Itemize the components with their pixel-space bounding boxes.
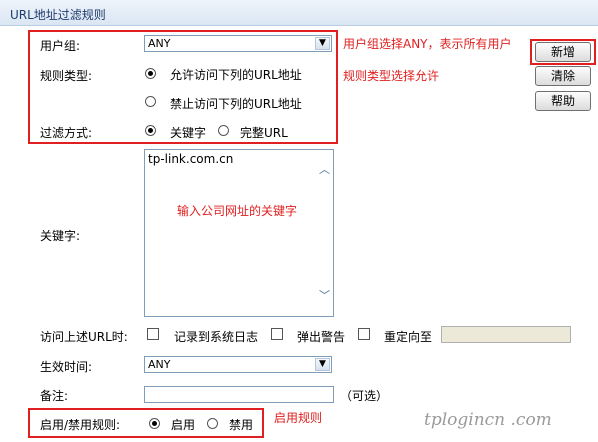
rule-type-deny-label: 禁止访问下列的URL地址 <box>170 97 302 111</box>
redirect-label: 重定向至 <box>384 330 433 344</box>
filter-mode-label: 过滤方式: <box>40 126 93 140</box>
user-group-select[interactable]: ANY ▼ <box>144 35 332 52</box>
filter-mode-url-label: 完整URL <box>240 126 288 140</box>
remark-input[interactable] <box>144 386 334 403</box>
log-checkbox[interactable] <box>147 328 159 340</box>
user-group-annotation: 用户组选择ANY，表示所有用户 <box>343 37 512 51</box>
remark-label: 备注: <box>40 389 69 403</box>
add-button[interactable]: 新增 <box>535 42 591 62</box>
enable-annotation: 启用规则 <box>274 411 323 425</box>
panel-header: URL地址过滤规则 <box>0 0 598 26</box>
user-group-value: ANY <box>148 37 171 50</box>
disable-label: 禁用 <box>229 418 254 432</box>
alert-checkbox[interactable] <box>271 328 283 340</box>
rule-type-annotation: 规则类型选择允许 <box>343 69 440 83</box>
filter-mode-url-radio[interactable] <box>218 125 229 136</box>
keyword-textarea[interactable]: tp-link.com.cn ︿ ﹀ <box>144 149 334 317</box>
chevron-up-icon: ︿ <box>319 163 330 176</box>
chevron-down-icon: ﹀ <box>319 289 330 302</box>
clear-button[interactable]: 清除 <box>535 66 591 86</box>
rule-type-label: 规则类型: <box>40 69 93 83</box>
rule-type-deny-radio[interactable] <box>145 96 156 107</box>
enable-radio[interactable] <box>149 418 160 429</box>
watermark-text: tplogincn .com <box>424 410 552 430</box>
redirect-input[interactable] <box>441 326 571 343</box>
keyword-label: 关键字: <box>40 229 81 243</box>
user-group-label: 用户组: <box>40 39 81 53</box>
disable-radio[interactable] <box>207 418 218 429</box>
effective-time-value: ANY <box>148 358 171 371</box>
rule-type-allow-label: 允许访问下列的URL地址 <box>170 68 302 82</box>
enable-label: 启用 <box>171 418 196 432</box>
effective-time-label: 生效时间: <box>40 360 93 374</box>
remark-hint: （可选） <box>340 389 389 403</box>
filter-mode-keyword-label: 关键字 <box>170 126 207 140</box>
help-button[interactable]: 帮助 <box>535 91 591 111</box>
on-access-label: 访问上述URL时: <box>40 330 128 344</box>
alert-label: 弹出警告 <box>297 330 346 344</box>
keyword-scrollbar[interactable]: ︿ ﹀ <box>316 151 332 315</box>
keyword-value: tp-link.com.cn <box>148 152 234 166</box>
rule-type-allow-radio[interactable] <box>145 68 156 79</box>
chevron-down-icon: ▼ <box>315 358 330 371</box>
redirect-checkbox[interactable] <box>358 328 370 340</box>
panel-title: URL地址过滤规则 <box>10 8 106 22</box>
keyword-annotation: 输入公司网址的关键字 <box>177 204 298 218</box>
chevron-down-icon: ▼ <box>315 37 330 50</box>
log-label: 记录到系统日志 <box>174 330 259 344</box>
filter-mode-keyword-radio[interactable] <box>145 125 156 136</box>
effective-time-select[interactable]: ANY ▼ <box>144 356 332 373</box>
enable-rule-label: 启用/禁用规则: <box>40 418 121 432</box>
